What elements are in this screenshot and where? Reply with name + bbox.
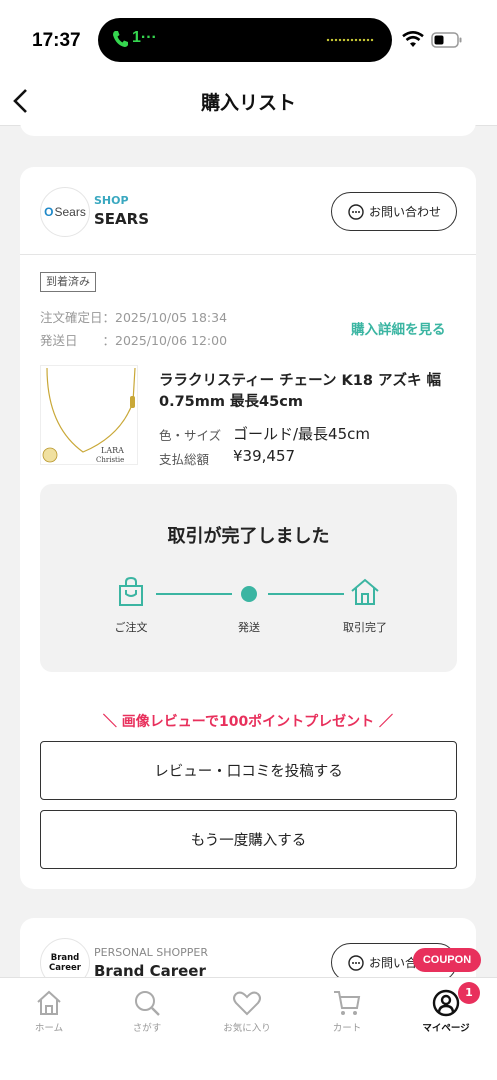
tab-label: ホーム: [34, 1023, 64, 1034]
review-promo-text: ＼ 画像レビューで100ポイントプレゼント ／: [102, 714, 394, 730]
variant-value: ゴールド/最長45cm: [233, 425, 371, 443]
order-detail-link[interactable]: 購入詳細を見る: [351, 318, 446, 338]
order-date: 注文確定日：2025/10/05 18:34: [40, 310, 228, 325]
ship-date: 発送日 ：2025/10/06 12:00: [40, 333, 228, 348]
total-value: ¥39,457: [233, 447, 296, 465]
shop-type-label: SHOP: [94, 194, 129, 207]
call-indicator: 1···: [132, 29, 157, 46]
chat-bubble-icon: [348, 954, 364, 971]
home-icon: [37, 990, 61, 1015]
dynamic-island-call[interactable]: 1···: [98, 18, 392, 62]
current-step-dot-icon: [241, 586, 257, 602]
notification-badge: 1: [458, 982, 480, 1004]
svg-text:Christie: Christie: [96, 456, 124, 464]
write-review-button[interactable]: レビュー・口コミを投稿する: [40, 741, 457, 800]
battery-icon: [431, 32, 462, 48]
tab-cart[interactable]: カート: [307, 988, 387, 1034]
step-label-complete: 取引完了: [343, 621, 387, 634]
tab-search[interactable]: さがす: [107, 988, 187, 1034]
tab-label: お気に入り: [223, 1023, 271, 1034]
page-title: 購入リスト: [200, 92, 296, 114]
variant-label: 色・サイズ: [159, 428, 222, 443]
shopping-bag-icon: [119, 577, 143, 606]
shop-type-label: PERSONAL SHOPPER: [94, 946, 209, 959]
audio-wave-icon: [326, 38, 374, 42]
shop-name[interactable]: SEARS: [94, 210, 149, 228]
inquiry-label: お問い合わせ: [368, 205, 441, 219]
clock: 17:37: [32, 30, 81, 51]
status-title: 取引が完了しました: [167, 526, 330, 547]
heart-icon: [233, 991, 261, 1016]
buy-again-button[interactable]: もう一度購入する: [40, 810, 457, 869]
user-icon: [432, 989, 460, 1017]
product-brand-mark: LARA: [101, 446, 124, 455]
tab-bar: ホーム さがす お気に入り カート マイページ: [0, 977, 497, 1080]
tab-favorites[interactable]: お気に入り: [207, 988, 287, 1034]
progress-line: [268, 593, 344, 595]
previous-order-card: [20, 120, 476, 136]
write-review-label: レビュー・口コミを投稿する: [154, 764, 343, 780]
shop-logo[interactable]: O Sears: [40, 187, 90, 237]
status-bar: 17:37 1···: [0, 0, 497, 82]
tab-label: マイページ: [422, 1023, 470, 1034]
wifi-icon: [402, 31, 424, 47]
transaction-status-panel: 取引が完了しました ご注文 発送 取引完了: [40, 484, 457, 672]
chat-bubble-icon: [348, 203, 364, 220]
total-label: 支払総額: [159, 452, 210, 467]
status-badge: 到着済み: [40, 272, 96, 292]
cart-icon: [334, 991, 361, 1015]
phone-icon: [113, 31, 128, 47]
step-label-order: ご注文: [114, 621, 148, 634]
tab-home[interactable]: ホーム: [9, 988, 89, 1034]
product-name[interactable]: ララクリスティー チェーン K18 アズキ 幅0.75mm 最長45cm: [159, 371, 459, 413]
search-icon: [135, 991, 160, 1016]
progress-line: [156, 593, 232, 595]
inquiry-button[interactable]: お問い合わせ: [331, 192, 457, 231]
tab-label: カート: [332, 1023, 362, 1034]
order-card: O Sears SHOP SEARS お問い合わせ 到着済み 注文確定日：2025…: [20, 167, 476, 889]
total-row: 支払総額 ¥39,457: [159, 447, 295, 468]
buy-again-label: もう一度購入する: [190, 833, 307, 849]
tab-label: さがす: [132, 1023, 162, 1034]
divider: [20, 254, 476, 255]
step-label-shipped: 発送: [238, 621, 260, 634]
product-image[interactable]: LARA Christie: [40, 365, 138, 465]
variant-row: 色・サイズ ゴールド/最長45cm: [159, 425, 370, 444]
home-icon: [351, 578, 379, 605]
coupon-badge[interactable]: COUPON: [413, 948, 481, 972]
